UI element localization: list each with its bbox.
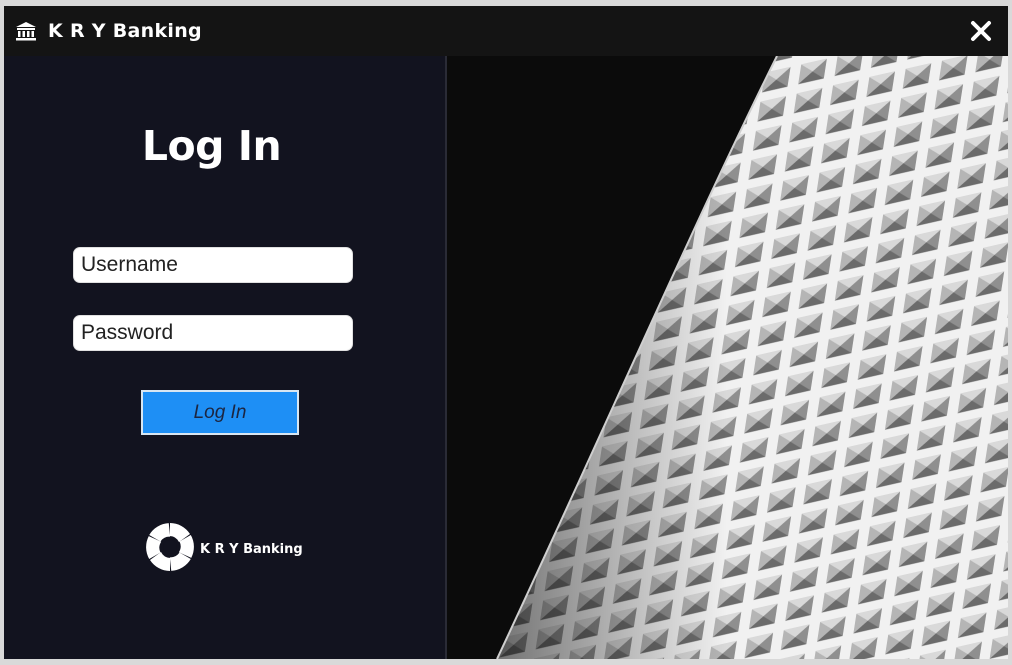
login-window: K R Y Banking Log In Log In bbox=[4, 6, 1008, 659]
username-input[interactable] bbox=[73, 247, 353, 283]
bank-icon bbox=[15, 20, 37, 42]
brand-logo: K R Y Banking bbox=[144, 521, 303, 578]
login-panel: Log In Log In K R Y Bankin bbox=[4, 56, 445, 659]
title-bar: K R Y Banking bbox=[4, 6, 1008, 56]
close-icon[interactable] bbox=[968, 18, 994, 44]
swirl-logo-icon bbox=[144, 521, 196, 578]
brand-name: K R Y Banking bbox=[200, 542, 303, 557]
window-title: K R Y Banking bbox=[48, 20, 202, 42]
page-title: Log In bbox=[141, 122, 282, 170]
password-input[interactable] bbox=[73, 315, 353, 351]
building-photo bbox=[447, 56, 1008, 659]
login-button[interactable]: Log In bbox=[141, 390, 299, 435]
